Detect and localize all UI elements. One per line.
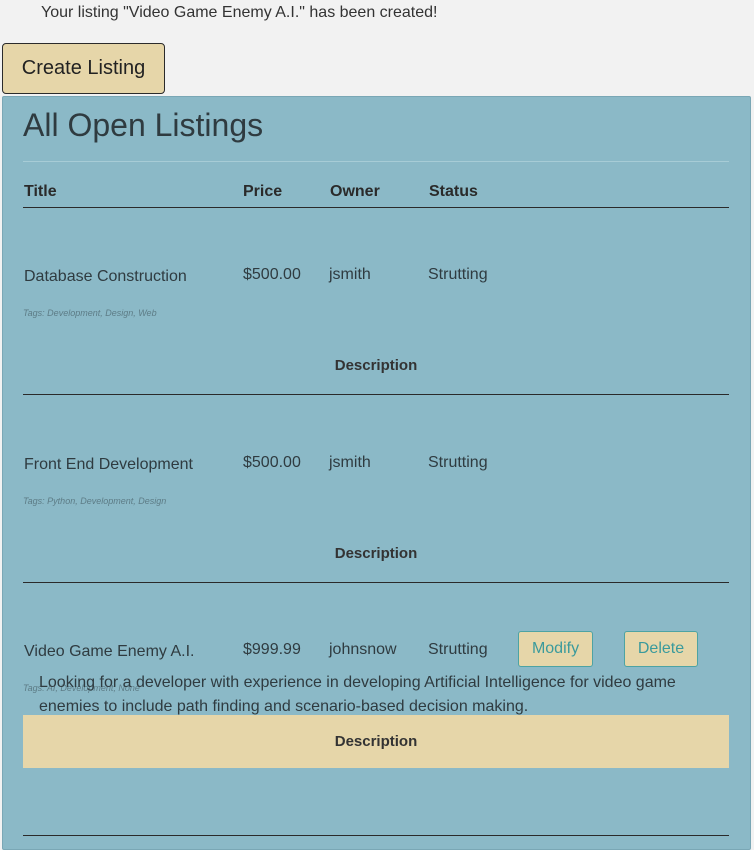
listing-tags: Tags: Python, Development, Design [23,496,167,506]
listing-owner: johnsnow [329,641,397,658]
title-divider [23,161,729,162]
listing-description-text: Looking for a developer with experience … [39,674,676,715]
header-divider [23,207,729,208]
row-divider [23,582,729,583]
delete-button[interactable]: Delete [624,631,698,667]
listing-status: Strutting [428,454,488,471]
listing-tags: Tags: Development, Design, Web [23,308,157,318]
listing-status: Strutting [428,266,488,283]
description-toggle[interactable]: Description [23,352,729,380]
listing-title: Video Game Enemy A.I. [24,643,195,660]
listing-price: $500.00 [243,266,301,283]
row-divider [23,835,729,836]
listing-price: $500.00 [243,454,301,471]
create-listing-button[interactable]: Create Listing [2,43,165,94]
listing-title: Front End Development [24,456,193,473]
listing-owner: jsmith [329,266,371,283]
panel-title: All Open Listings [23,107,264,143]
description-toggle[interactable]: Description [23,540,729,568]
listings-panel: All Open Listings Title Price Owner Stat… [2,96,751,850]
modify-button[interactable]: Modify [518,631,593,667]
listing-price: $999.99 [243,641,301,658]
column-header-price: Price [243,183,283,200]
flash-message: Your listing "Video Game Enemy A.I." has… [41,4,438,21]
listing-owner: jsmith [329,454,371,471]
description-toggle[interactable]: Description [23,715,729,768]
column-header-owner: Owner [330,183,380,200]
row-divider [23,394,729,395]
listing-status: Strutting [428,641,488,658]
column-header-status: Status [429,183,478,200]
column-header-title: Title [24,183,57,200]
listing-title: Database Construction [24,268,187,285]
